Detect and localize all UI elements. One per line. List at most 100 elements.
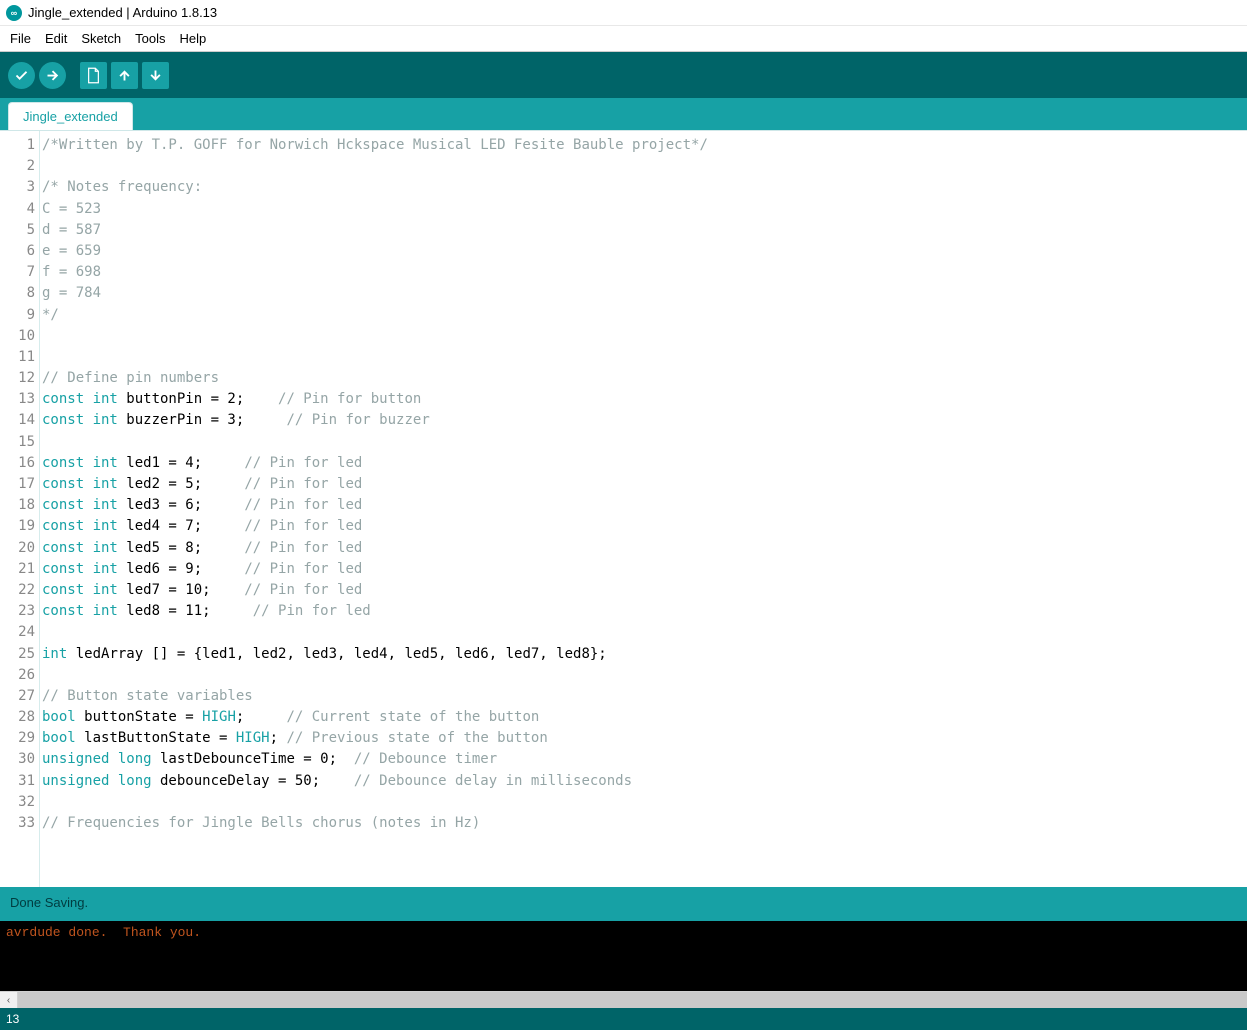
code-line[interactable]: f = 698 (42, 262, 1247, 283)
line-number: 28 (0, 707, 35, 728)
window-title: Jingle_extended | Arduino 1.8.13 (28, 5, 217, 20)
code-text-area[interactable]: /*Written by T.P. GOFF for Norwich Hcksp… (40, 131, 1247, 887)
code-line[interactable]: const int led4 = 7; // Pin for led (42, 516, 1247, 537)
line-number: 22 (0, 580, 35, 601)
line-number: 24 (0, 622, 35, 643)
line-number: 21 (0, 559, 35, 580)
file-icon (86, 67, 101, 84)
footer-bar: 13 (0, 1008, 1247, 1030)
line-number: 1 (0, 135, 35, 156)
menu-tools[interactable]: Tools (129, 29, 171, 48)
code-line[interactable]: const int led8 = 11; // Pin for led (42, 601, 1247, 622)
upload-button[interactable] (39, 62, 66, 89)
code-editor[interactable]: 1234567891011121314151617181920212223242… (0, 130, 1247, 887)
code-line[interactable] (42, 622, 1247, 643)
code-line[interactable]: const int buzzerPin = 3; // Pin for buzz… (42, 410, 1247, 431)
code-line[interactable] (42, 347, 1247, 368)
code-line[interactable]: int ledArray [] = {led1, led2, led3, led… (42, 644, 1247, 665)
code-line[interactable]: unsigned long lastDebounceTime = 0; // D… (42, 749, 1247, 770)
horizontal-scrollbar[interactable]: ‹ (0, 991, 1247, 1008)
open-sketch-button[interactable] (111, 62, 138, 89)
line-number: 18 (0, 495, 35, 516)
arrow-up-icon (117, 68, 132, 83)
code-line[interactable]: // Button state variables (42, 686, 1247, 707)
line-number: 25 (0, 644, 35, 665)
code-line[interactable]: d = 587 (42, 220, 1247, 241)
sketch-tab-bar: Jingle_extended (0, 98, 1247, 130)
scroll-left-button[interactable]: ‹ (0, 992, 18, 1008)
verify-button[interactable] (8, 62, 35, 89)
line-number: 15 (0, 432, 35, 453)
line-number: 27 (0, 686, 35, 707)
line-number: 16 (0, 453, 35, 474)
line-number: 12 (0, 368, 35, 389)
code-line[interactable]: unsigned long debounceDelay = 50; // Deb… (42, 771, 1247, 792)
menu-file[interactable]: File (4, 29, 37, 48)
line-number: 11 (0, 347, 35, 368)
line-number: 20 (0, 538, 35, 559)
line-number: 19 (0, 516, 35, 537)
toolbar (0, 52, 1247, 98)
line-number: 5 (0, 220, 35, 241)
chevron-left-icon: ‹ (7, 995, 10, 1006)
code-line[interactable]: e = 659 (42, 241, 1247, 262)
code-line[interactable] (42, 792, 1247, 813)
code-line[interactable]: */ (42, 305, 1247, 326)
code-line[interactable] (42, 665, 1247, 686)
menu-help[interactable]: Help (173, 29, 212, 48)
line-number: 10 (0, 326, 35, 347)
code-line[interactable]: const int buttonPin = 2; // Pin for butt… (42, 389, 1247, 410)
code-line[interactable]: const int led7 = 10; // Pin for led (42, 580, 1247, 601)
code-line[interactable] (42, 432, 1247, 453)
code-line[interactable]: // Frequencies for Jingle Bells chorus (… (42, 813, 1247, 834)
code-line[interactable]: C = 523 (42, 199, 1247, 220)
code-line[interactable]: bool lastButtonState = HIGH; // Previous… (42, 728, 1247, 749)
output-console[interactable]: avrdude done. Thank you. (0, 921, 1247, 991)
line-number: 33 (0, 813, 35, 834)
arduino-app-icon: ∞ (6, 5, 22, 21)
new-sketch-button[interactable] (80, 62, 107, 89)
line-number: 23 (0, 601, 35, 622)
window-titlebar: ∞ Jingle_extended | Arduino 1.8.13 (0, 0, 1247, 26)
code-line[interactable]: const int led3 = 6; // Pin for led (42, 495, 1247, 516)
line-number: 2 (0, 156, 35, 177)
code-line[interactable]: /* Notes frequency: (42, 177, 1247, 198)
menu-edit[interactable]: Edit (39, 29, 73, 48)
code-line[interactable]: const int led1 = 4; // Pin for led (42, 453, 1247, 474)
arrow-right-icon (45, 68, 60, 83)
sketch-tab-active[interactable]: Jingle_extended (8, 102, 133, 130)
code-line[interactable]: g = 784 (42, 283, 1247, 304)
check-icon (14, 68, 29, 83)
save-sketch-button[interactable] (142, 62, 169, 89)
line-number: 3 (0, 177, 35, 198)
line-number: 29 (0, 728, 35, 749)
scrollbar-track[interactable] (18, 992, 1247, 1008)
menu-bar: File Edit Sketch Tools Help (0, 26, 1247, 52)
code-line[interactable]: // Define pin numbers (42, 368, 1247, 389)
line-number: 9 (0, 305, 35, 326)
code-line[interactable]: const int led5 = 8; // Pin for led (42, 538, 1247, 559)
code-line[interactable]: const int led6 = 9; // Pin for led (42, 559, 1247, 580)
menu-sketch[interactable]: Sketch (75, 29, 127, 48)
code-line[interactable] (42, 156, 1247, 177)
line-number-gutter: 1234567891011121314151617181920212223242… (0, 131, 40, 887)
line-number: 31 (0, 771, 35, 792)
line-number: 14 (0, 410, 35, 431)
status-bar: Done Saving. (0, 887, 1247, 921)
code-line[interactable]: const int led2 = 5; // Pin for led (42, 474, 1247, 495)
line-number: 26 (0, 665, 35, 686)
line-number: 6 (0, 241, 35, 262)
code-line[interactable]: /*Written by T.P. GOFF for Norwich Hcksp… (42, 135, 1247, 156)
line-number: 8 (0, 283, 35, 304)
line-number: 13 (0, 389, 35, 410)
console-line: avrdude done. Thank you. (6, 925, 201, 940)
line-number: 4 (0, 199, 35, 220)
arrow-down-icon (148, 68, 163, 83)
cursor-line-indicator: 13 (6, 1012, 19, 1026)
line-number: 17 (0, 474, 35, 495)
line-number: 30 (0, 749, 35, 770)
line-number: 32 (0, 792, 35, 813)
status-message: Done Saving. (10, 895, 88, 910)
code-line[interactable]: bool buttonState = HIGH; // Current stat… (42, 707, 1247, 728)
code-line[interactable] (42, 326, 1247, 347)
